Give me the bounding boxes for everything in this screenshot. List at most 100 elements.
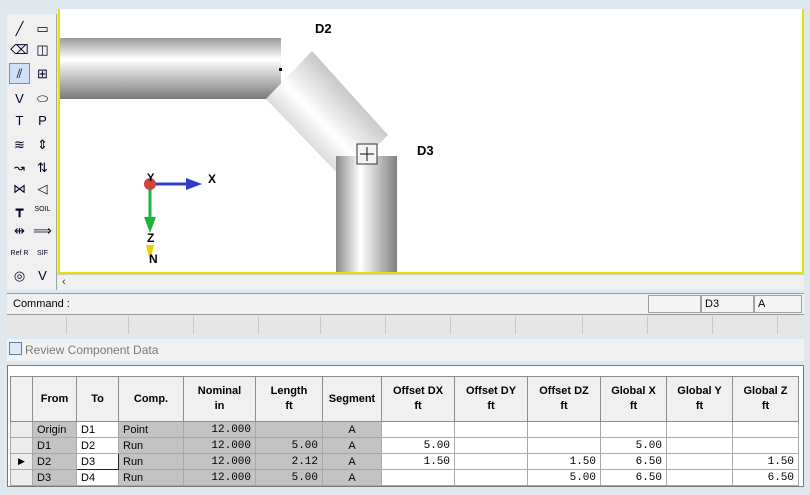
bend-tool-icon[interactable]: ↝: [9, 157, 30, 178]
pipe-segment-d3-d4[interactable]: [336, 156, 397, 274]
rectangle-tool-icon[interactable]: ▭: [32, 18, 53, 39]
soil-tool-icon[interactable]: SOIL: [32, 199, 53, 220]
cell-comp[interactable]: Point: [118, 421, 184, 438]
cell-odz[interactable]: 1.50: [527, 453, 601, 470]
offset-tool-icon[interactable]: ⟹: [32, 220, 53, 241]
cell-gx[interactable]: 6.50: [600, 453, 667, 470]
cell-gz[interactable]: [732, 421, 799, 438]
cell-comp[interactable]: Run: [118, 437, 184, 454]
cell-segment[interactable]: A: [322, 421, 382, 438]
row-selector[interactable]: ▶: [10, 453, 33, 470]
pipe-tool-icon[interactable]: ⫽: [9, 63, 30, 84]
review-panel-icon: [9, 342, 22, 355]
cell-ody[interactable]: [454, 453, 528, 470]
scroll-left-icon[interactable]: ‹: [62, 276, 66, 288]
pipe-segment-d1-d2[interactable]: [60, 38, 281, 99]
axis-label-x: X: [208, 172, 217, 186]
cell-odx[interactable]: [381, 469, 455, 486]
cell-comp[interactable]: Run: [118, 453, 184, 470]
cell-length[interactable]: 5.00: [255, 469, 323, 486]
cell-gz[interactable]: 1.50: [732, 453, 799, 470]
column-header-odz[interactable]: Offset DZ ft: [527, 376, 601, 422]
expansion-joint-tool-icon[interactable]: ⇹: [9, 220, 30, 241]
column-header-gz[interactable]: Global Z ft: [732, 376, 799, 422]
line-tool-icon[interactable]: ╱: [9, 18, 30, 39]
column-header-ody[interactable]: Offset DY ft: [454, 376, 528, 422]
cell-nominal[interactable]: 12.000: [183, 453, 256, 470]
table-row[interactable]: ▶ D2 D3 Run 12.000 2.12 A 1.50 1.50 6.50 1.50: [10, 453, 799, 470]
cell-from[interactable]: D2: [32, 453, 77, 470]
column-header-odx[interactable]: Offset DX ft: [381, 376, 455, 422]
vessel-tool-icon[interactable]: ⬭: [32, 88, 53, 109]
cell-gy[interactable]: [666, 437, 733, 454]
cell-length[interactable]: [255, 421, 323, 438]
cell-to[interactable]: D3: [76, 453, 119, 470]
split-view-tool-icon[interactable]: ◫: [32, 39, 53, 60]
cell-nominal[interactable]: 12.000: [183, 469, 256, 486]
cell-comp[interactable]: Run: [118, 469, 184, 486]
current-segment-field: A: [754, 295, 802, 313]
sif-tool-icon[interactable]: SIF: [32, 243, 53, 264]
cell-odx[interactable]: 5.00: [381, 437, 455, 454]
restraint-tool-icon[interactable]: ⇅: [32, 157, 53, 178]
cell-segment[interactable]: A: [322, 437, 382, 454]
row-selector[interactable]: [10, 437, 33, 454]
column-header-comp[interactable]: Comp.: [118, 376, 184, 422]
column-header-gy[interactable]: Global Y ft: [666, 376, 733, 422]
eraser-tool-icon[interactable]: ⌫: [9, 39, 30, 60]
cell-gy[interactable]: [666, 421, 733, 438]
cell-odz[interactable]: 5.00: [527, 469, 601, 486]
table-row[interactable]: D3 D4 Run 12.000 5.00 A 5.00 6.50 6.50: [10, 469, 799, 486]
grid-view-tool-icon[interactable]: ⊞: [32, 63, 53, 84]
cell-gz[interactable]: [732, 437, 799, 454]
row-selector[interactable]: [10, 469, 33, 486]
cell-to[interactable]: D1: [76, 421, 119, 438]
cell-from[interactable]: D1: [32, 437, 77, 454]
horizontal-scrollbar[interactable]: ‹: [58, 274, 804, 290]
cell-odx[interactable]: 1.50: [381, 453, 455, 470]
cell-segment[interactable]: A: [322, 453, 382, 470]
cell-gx[interactable]: 6.50: [600, 469, 667, 486]
cell-ody[interactable]: [454, 437, 528, 454]
cell-gz[interactable]: 6.50: [732, 469, 799, 486]
cell-length[interactable]: 5.00: [255, 437, 323, 454]
temperature-tool-icon[interactable]: T: [9, 110, 30, 131]
cell-to[interactable]: D2: [76, 437, 119, 454]
table-row[interactable]: Origin D1 Point 12.000 A: [10, 421, 799, 438]
vent-tool-icon[interactable]: V: [32, 265, 53, 286]
column-header-from[interactable]: From: [32, 376, 77, 422]
cell-segment[interactable]: A: [322, 469, 382, 486]
support-tool-icon[interactable]: ⇕: [32, 134, 53, 155]
column-header-gx[interactable]: Global X ft: [600, 376, 667, 422]
column-header-nominal[interactable]: Nominal in: [183, 376, 256, 422]
hanger-tool-icon[interactable]: ≋: [9, 134, 30, 155]
cell-odz[interactable]: [527, 437, 601, 454]
reducer-tool-icon[interactable]: ◁: [32, 178, 53, 199]
cell-gx[interactable]: [600, 421, 667, 438]
tee-tool-icon[interactable]: ┳: [9, 199, 30, 220]
pressure-tool-icon[interactable]: P: [32, 110, 53, 131]
drawing-canvas[interactable]: D2 D3 X Y Z N: [58, 9, 804, 274]
cell-ody[interactable]: [454, 421, 528, 438]
valve-v-tool-icon[interactable]: V: [9, 88, 30, 109]
cell-from[interactable]: Origin: [32, 421, 77, 438]
cell-from[interactable]: D3: [32, 469, 77, 486]
cell-nominal[interactable]: 12.000: [183, 421, 256, 438]
cell-length[interactable]: 2.12: [255, 453, 323, 470]
cell-ody[interactable]: [454, 469, 528, 486]
cell-to[interactable]: D4: [76, 469, 119, 486]
cell-gy[interactable]: [666, 453, 733, 470]
cell-gy[interactable]: [666, 469, 733, 486]
flange-tool-icon[interactable]: ◎: [9, 265, 30, 286]
column-header-length[interactable]: Length ft: [255, 376, 323, 422]
row-selector[interactable]: [10, 421, 33, 438]
cell-nominal[interactable]: 12.000: [183, 437, 256, 454]
ref-tool-icon[interactable]: Ref R: [9, 243, 30, 264]
table-row[interactable]: D1 D2 Run 12.000 5.00 A 5.00 5.00: [10, 437, 799, 454]
cell-odz[interactable]: [527, 421, 601, 438]
column-header-segment[interactable]: Segment: [322, 376, 382, 422]
cell-gx[interactable]: 5.00: [600, 437, 667, 454]
cell-odx[interactable]: [381, 421, 455, 438]
valve-tool-icon[interactable]: ⋈: [9, 178, 30, 199]
column-header-to[interactable]: To: [76, 376, 119, 422]
